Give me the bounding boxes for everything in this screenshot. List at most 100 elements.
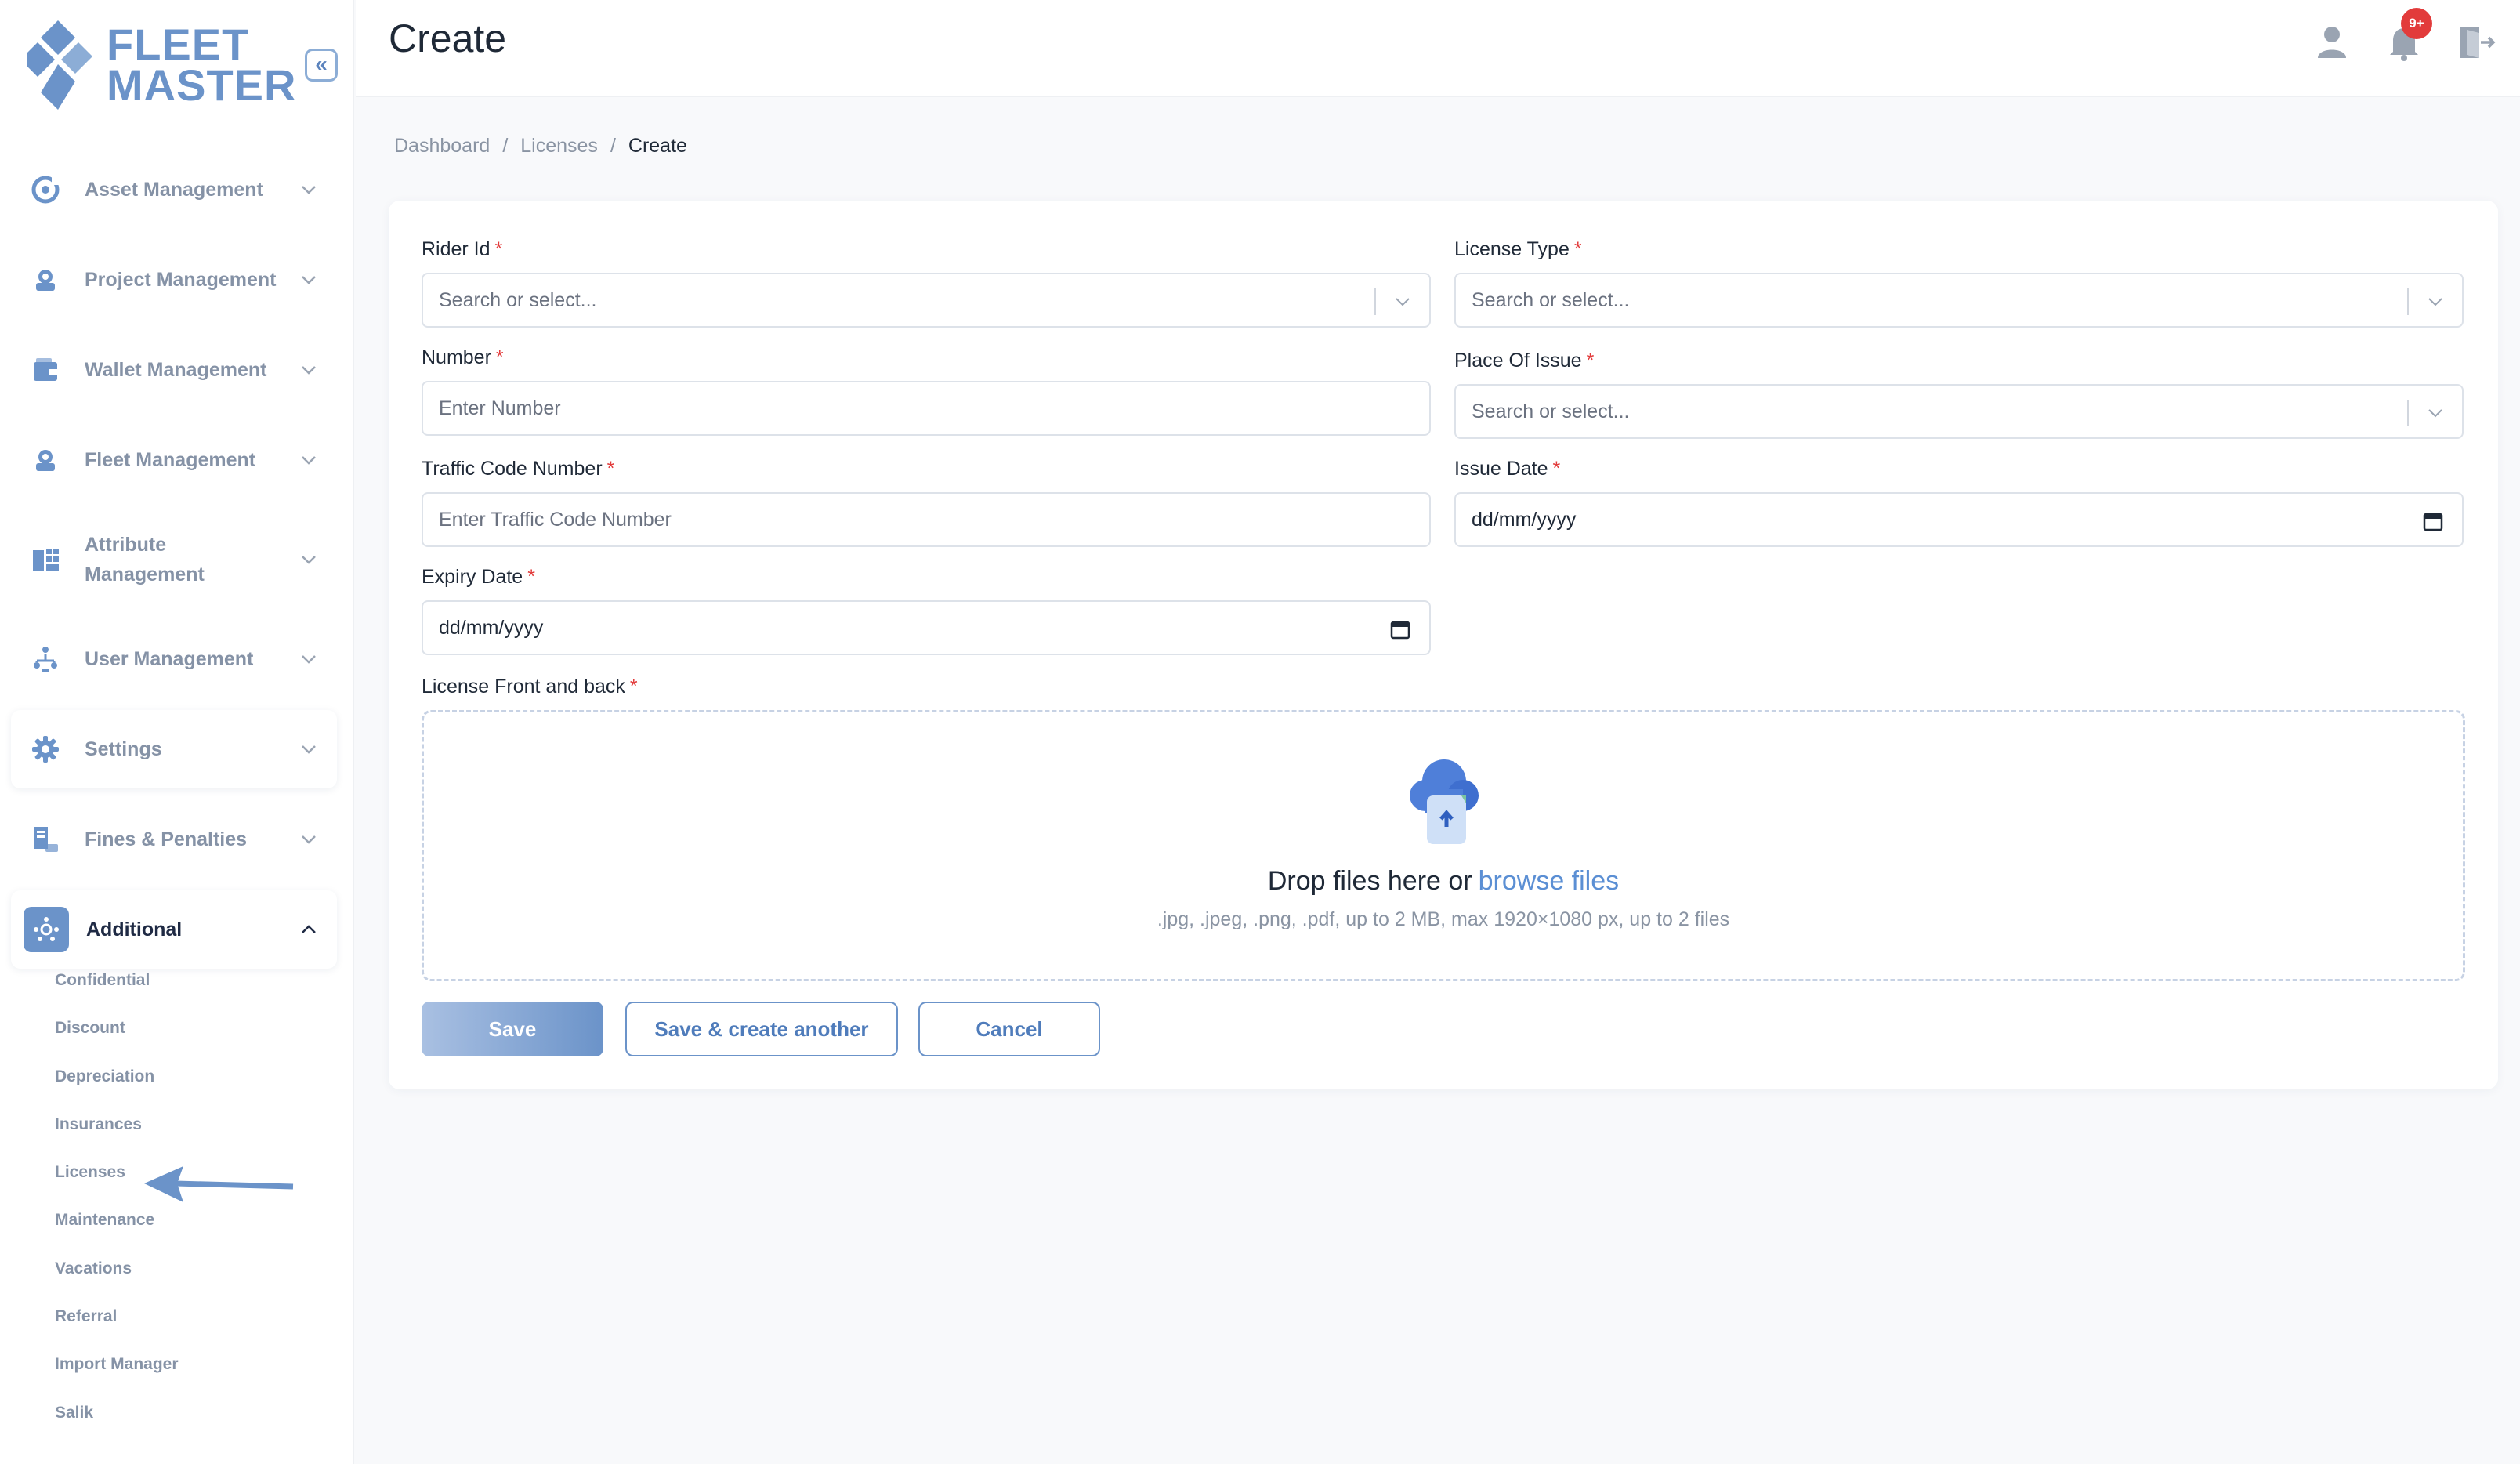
users-icon	[30, 643, 61, 675]
submenu-item-import-manager[interactable]: Import Manager	[55, 1353, 306, 1401]
rider-id-placeholder: Search or select...	[439, 288, 597, 311]
issue-date-value: dd/mm/yyyy	[1472, 508, 1577, 531]
traffic-code-input[interactable]: Enter Traffic Code Number	[422, 492, 1431, 547]
chevron-down-icon	[302, 456, 316, 465]
sidebar: FLEET MASTER « Asset Management Project …	[0, 0, 354, 1464]
file-dropzone[interactable]: Drop files here or browse files .jpg, .jp…	[422, 710, 2465, 981]
select-divider	[2407, 288, 2409, 315]
notification-badge: 9+	[2401, 8, 2432, 39]
fleet-icon	[30, 444, 61, 476]
save-create-another-button[interactable]: Save & create another	[625, 1002, 898, 1056]
chevron-up-icon	[302, 925, 316, 933]
asset-icon	[30, 174, 61, 205]
submenu-item-confidential[interactable]: Confidential	[55, 969, 306, 1016]
dropzone-prompt: Drop files here or	[1267, 866, 1472, 896]
breadcrumb-separator: /	[610, 135, 616, 157]
sidebar-item-label: User Management	[85, 648, 254, 670]
number-label: Number *	[422, 346, 504, 368]
traffic-code-field: Traffic Code Number * Enter Traffic Code …	[422, 458, 1431, 547]
app-logo[interactable]: FLEET MASTER	[27, 19, 296, 111]
submenu-item-depreciation[interactable]: Depreciation	[55, 1065, 306, 1113]
rider-id-field: Rider Id * Search or select...	[422, 238, 1431, 328]
collapse-sidebar-button[interactable]: «	[305, 49, 338, 82]
pointer-arrow-icon	[144, 1166, 294, 1202]
sidebar-item-project-management[interactable]: Project Management	[11, 241, 337, 319]
chevron-down-icon	[302, 556, 316, 564]
additional-submenu: Confidential Discount Depreciation Insur…	[55, 969, 306, 1449]
license-type-placeholder: Search or select...	[1472, 288, 1630, 311]
breadcrumb-licenses[interactable]: Licenses	[520, 135, 598, 158]
chevron-down-icon	[302, 276, 316, 284]
sidebar-item-label: Attribute Management	[85, 534, 205, 585]
license-type-select[interactable]: Search or select...	[1454, 273, 2464, 328]
traffic-code-placeholder: Enter Traffic Code Number	[439, 508, 672, 531]
wallet-icon	[30, 354, 61, 386]
sidebar-item-attribute-management[interactable]: Attribute Management	[11, 511, 337, 608]
sidebar-item-settings[interactable]: Settings	[11, 710, 337, 788]
submenu-item-discount[interactable]: Discount	[55, 1016, 306, 1064]
sidebar-item-label: Fleet Management	[85, 449, 256, 471]
sidebar-nav: Asset Management Project Management Wall…	[11, 150, 337, 980]
sidebar-item-asset-management[interactable]: Asset Management	[11, 150, 337, 229]
chevron-down-icon[interactable]	[2426, 292, 2445, 311]
submenu-item-maintenance[interactable]: Maintenance	[55, 1209, 306, 1256]
logout-icon[interactable]	[2456, 22, 2496, 63]
place-of-issue-placeholder: Search or select...	[1472, 400, 1630, 422]
license-form-card: Rider Id * Search or select... License Ty…	[389, 201, 2498, 1089]
browse-files-link[interactable]: browse files	[1479, 866, 1620, 896]
upload-field-label: License Front and back *	[422, 676, 638, 698]
sidebar-item-label: Wallet Management	[85, 359, 267, 381]
project-icon	[30, 264, 61, 295]
user-profile-icon[interactable]	[2312, 22, 2352, 63]
select-divider	[1374, 288, 1376, 315]
sidebar-item-fines-penalties[interactable]: Fines & Penalties	[11, 800, 337, 879]
chevron-down-icon	[302, 835, 316, 844]
rider-id-label: Rider Id *	[422, 238, 503, 260]
place-of-issue-field: Place Of Issue * Search or select...	[1454, 350, 2464, 439]
chevron-down-icon	[302, 366, 316, 375]
select-divider	[2407, 400, 2409, 426]
license-type-field: License Type * Search or select...	[1454, 238, 2464, 328]
issue-date-input[interactable]: dd/mm/yyyy	[1454, 492, 2464, 547]
dropzone-text: Drop files here or browse files	[424, 866, 2463, 897]
number-input[interactable]: Enter Number	[422, 381, 1431, 436]
attribute-icon	[30, 544, 61, 575]
dropzone-hint: .jpg, .jpeg, .png, .pdf, up to 2 MB, max…	[1157, 908, 1730, 930]
breadcrumb-current: Create	[628, 135, 687, 157]
sidebar-item-label: Fines & Penalties	[85, 828, 248, 850]
submenu-item-referral[interactable]: Referral	[55, 1305, 306, 1353]
traffic-code-label: Traffic Code Number *	[422, 458, 615, 480]
license-type-label: License Type *	[1454, 238, 1582, 260]
number-field: Number * Enter Number	[422, 346, 1431, 436]
issue-date-label: Issue Date *	[1454, 458, 1561, 480]
breadcrumb-dashboard[interactable]: Dashboard	[394, 135, 490, 158]
expiry-date-input[interactable]: dd/mm/yyyy	[422, 600, 1431, 655]
sidebar-item-label: Additional	[86, 919, 183, 940]
sidebar-item-additional[interactable]: Additional	[11, 890, 337, 969]
cancel-button[interactable]: Cancel	[918, 1002, 1100, 1056]
sidebar-item-fleet-management[interactable]: Fleet Management	[11, 421, 337, 499]
sidebar-item-wallet-management[interactable]: Wallet Management	[11, 331, 337, 409]
sidebar-item-label: Project Management	[85, 269, 277, 291]
save-button[interactable]: Save	[422, 1002, 603, 1056]
gear-icon	[30, 734, 61, 765]
chevron-down-icon	[302, 655, 316, 664]
rider-id-select[interactable]: Search or select...	[422, 273, 1431, 328]
submenu-item-salik[interactable]: Salik	[55, 1401, 306, 1449]
expiry-date-field: Expiry Date * dd/mm/yyyy	[422, 566, 1431, 655]
chevron-down-icon[interactable]	[1393, 292, 1412, 311]
submenu-item-vacations[interactable]: Vacations	[55, 1257, 306, 1305]
logo-mark-icon	[27, 19, 94, 111]
submenu-item-insurances[interactable]: Insurances	[55, 1113, 306, 1161]
calendar-icon[interactable]	[2423, 511, 2443, 531]
calendar-icon[interactable]	[1390, 619, 1410, 640]
sidebar-item-label: Asset Management	[85, 179, 263, 201]
additional-icon	[24, 907, 69, 952]
sidebar-item-user-management[interactable]: User Management	[11, 620, 337, 698]
chevron-down-icon[interactable]	[2426, 404, 2445, 422]
chevron-down-icon	[302, 745, 316, 754]
breadcrumb: Dashboard / Licenses / Create	[394, 135, 687, 158]
notification-bell-icon[interactable]: 9+	[2384, 8, 2432, 63]
logo-text: FLEET MASTER	[107, 23, 296, 107]
place-of-issue-select[interactable]: Search or select...	[1454, 384, 2464, 439]
